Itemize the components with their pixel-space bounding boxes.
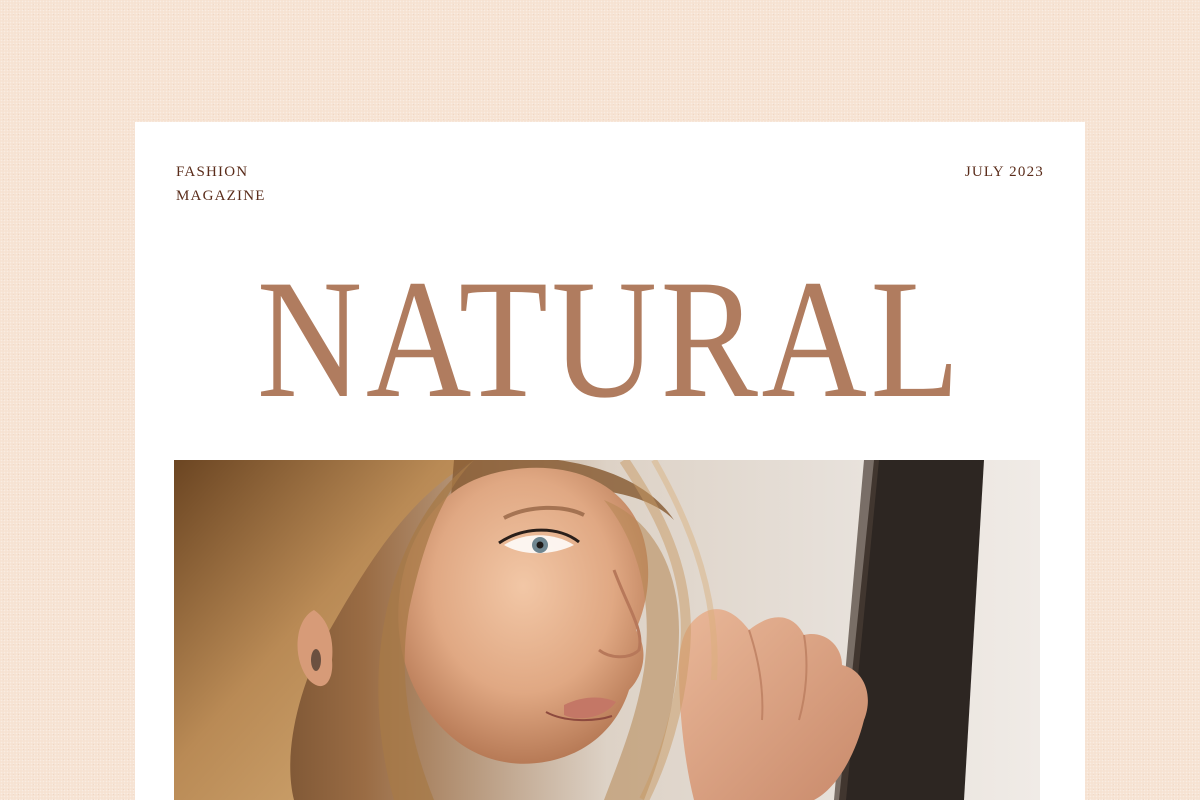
magazine-label-line-1: FASHION (176, 164, 249, 180)
issue-date: JULY 2023 (964, 164, 1044, 180)
cover-photo (174, 460, 1040, 800)
magazine-cover: FASHION MAGAZINE JULY 2023 NATURAL (135, 122, 1085, 800)
cover-title: NATURAL (256, 245, 964, 433)
magazine-label-line-2: MAGAZINE (176, 188, 266, 204)
portrait-photo-icon (174, 460, 1040, 800)
magazine-label: FASHION MAGAZINE (176, 160, 266, 208)
